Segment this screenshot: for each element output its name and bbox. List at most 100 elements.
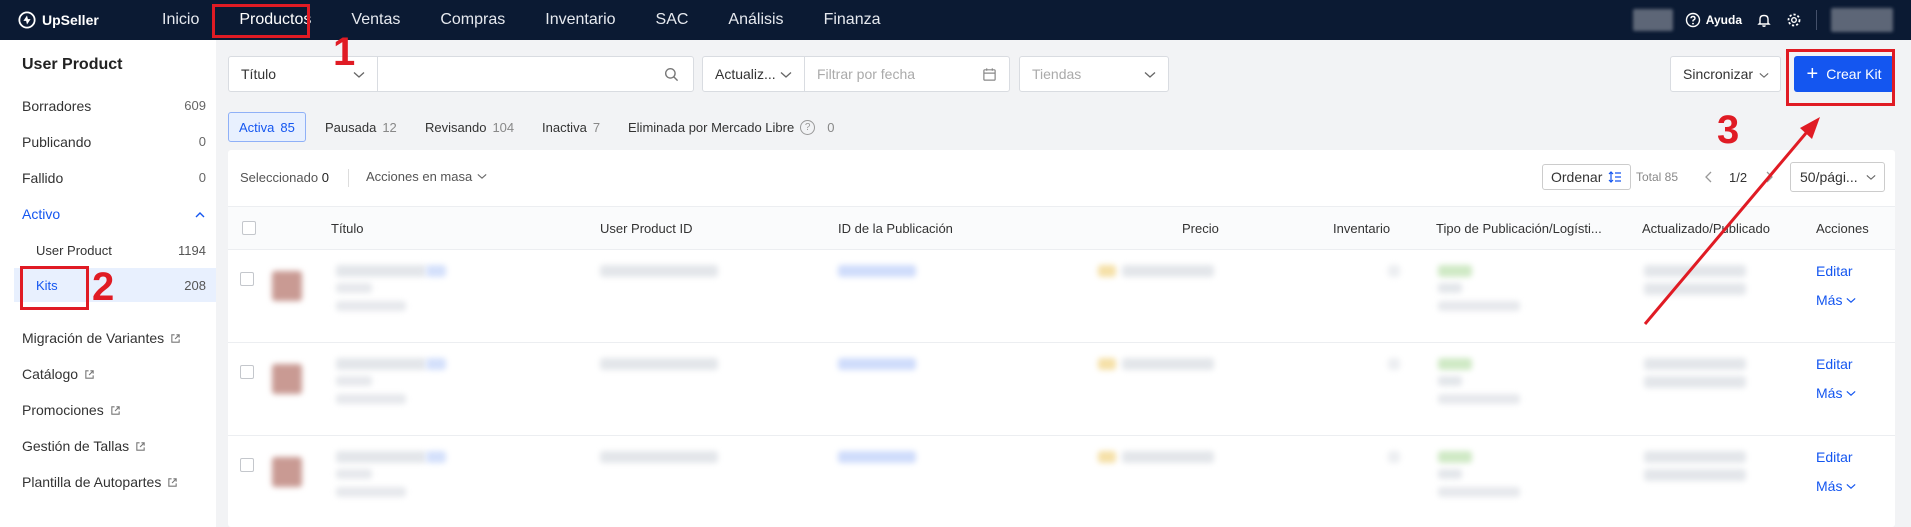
column-header-acciones: Acciones bbox=[1816, 221, 1869, 236]
sync-label: Sincronizar bbox=[1683, 66, 1754, 82]
nav-compras[interactable]: Compras bbox=[420, 0, 525, 40]
chevron-down-icon bbox=[1846, 483, 1857, 489]
sidebar-item-borradores[interactable]: Borradores 609 bbox=[22, 98, 206, 114]
user-menu[interactable] bbox=[1831, 8, 1893, 32]
column-header-inventario[interactable]: Inventario bbox=[1333, 221, 1390, 236]
external-link-icon bbox=[136, 442, 145, 451]
selected-count: Seleccionado 0 bbox=[240, 170, 329, 185]
sidebar-item-publicando[interactable]: Publicando 0 bbox=[22, 134, 206, 150]
column-header-actualizado[interactable]: Actualizado/Publicado bbox=[1642, 221, 1770, 236]
sidebar-link-migracion[interactable]: Migración de Variantes bbox=[22, 330, 206, 346]
sidebar-link-promociones[interactable]: Promociones bbox=[22, 402, 206, 418]
row-checkbox[interactable] bbox=[240, 458, 254, 472]
chevron-down-icon bbox=[1846, 297, 1857, 303]
account-switcher[interactable] bbox=[1632, 9, 1673, 31]
page-indicator: 1/2 bbox=[1729, 170, 1748, 185]
edit-link[interactable]: Editar bbox=[1816, 263, 1853, 279]
tab-eliminada[interactable]: Eliminada por Mercado Libre ? 0 bbox=[618, 112, 844, 142]
tab-pausada[interactable]: Pausada 12 bbox=[315, 112, 407, 142]
notifications-button[interactable] bbox=[1756, 12, 1772, 28]
redacted-text bbox=[336, 283, 372, 293]
nav-analisis[interactable]: Análisis bbox=[708, 0, 803, 40]
tab-inactiva[interactable]: Inactiva 7 bbox=[532, 112, 610, 142]
chevron-right-icon[interactable] bbox=[1764, 171, 1774, 183]
redacted-text bbox=[1438, 376, 1462, 386]
annotation-box-kits bbox=[20, 266, 89, 310]
sidebar-group-activo[interactable]: Activo bbox=[22, 206, 206, 222]
redacted-text bbox=[1644, 283, 1746, 295]
sort-button[interactable]: Ordenar bbox=[1542, 164, 1632, 190]
stores-select[interactable]: Tiendas bbox=[1019, 56, 1169, 92]
more-dropdown[interactable]: Más bbox=[1816, 478, 1857, 494]
tab-label: Revisando bbox=[425, 119, 487, 135]
redacted-text bbox=[1644, 451, 1746, 463]
nav-finanza[interactable]: Finanza bbox=[804, 0, 901, 40]
sidebar-item-count: 0 bbox=[198, 170, 206, 185]
nav-inventario[interactable]: Inventario bbox=[525, 0, 635, 40]
chevron-down-icon bbox=[1846, 390, 1857, 396]
tab-count: 0 bbox=[827, 119, 835, 135]
sidebar-item-label: Fallido bbox=[22, 170, 64, 186]
external-link-icon bbox=[110, 406, 120, 415]
question-icon[interactable]: ? bbox=[800, 119, 816, 135]
column-header-user-product-id[interactable]: User Product ID bbox=[600, 221, 692, 236]
redacted-badge bbox=[1098, 358, 1116, 370]
more-dropdown[interactable]: Más bbox=[1816, 385, 1857, 401]
sidebar-item-label: Borradores bbox=[22, 98, 92, 114]
select-all-checkbox[interactable] bbox=[242, 221, 256, 235]
more-label: Más bbox=[1816, 385, 1843, 401]
chevron-down-icon bbox=[780, 72, 792, 78]
table-header: Título User Product ID ID de la Publicac… bbox=[228, 206, 1895, 250]
nav-sac[interactable]: SAC bbox=[636, 0, 709, 40]
nav-inicio[interactable]: Inicio bbox=[142, 0, 219, 40]
redacted-text bbox=[426, 358, 446, 370]
sidebar-item-count: 0 bbox=[198, 134, 206, 149]
nav-divider bbox=[1816, 10, 1817, 30]
annotation-number-3: 3 bbox=[1717, 108, 1740, 152]
date-range-input[interactable]: Filtrar por fecha bbox=[804, 56, 1010, 92]
per-page-select[interactable]: 50/pági... bbox=[1790, 162, 1885, 192]
help-button[interactable]: Ayuda bbox=[1685, 12, 1742, 28]
products-table-card: Seleccionado 0 Acciones en masa Ordenar … bbox=[228, 150, 1895, 527]
chevron-left-icon[interactable] bbox=[1704, 171, 1714, 183]
tab-activa[interactable]: Activa 85 bbox=[228, 112, 306, 142]
column-header-tipo-publicacion[interactable]: Tipo de Publicación/Logísti... bbox=[1436, 221, 1602, 236]
tab-count: 12 bbox=[382, 119, 397, 135]
table-row: Editar Más bbox=[228, 344, 1895, 436]
edit-link[interactable]: Editar bbox=[1816, 449, 1853, 465]
settings-button[interactable] bbox=[1786, 12, 1802, 28]
redacted-link bbox=[838, 358, 916, 370]
brand-logo[interactable]: UpSeller bbox=[18, 11, 128, 29]
column-header-publication-id[interactable]: ID de la Publicación bbox=[838, 221, 953, 236]
sidebar-link-catalogo[interactable]: Catálogo bbox=[22, 366, 206, 382]
search-field-select[interactable]: Título bbox=[228, 56, 378, 92]
chevron-down-icon bbox=[1759, 73, 1769, 78]
sync-button[interactable]: Sincronizar bbox=[1670, 56, 1781, 92]
bulk-actions-label: Acciones en masa bbox=[366, 169, 473, 184]
more-dropdown[interactable]: Más bbox=[1816, 292, 1857, 308]
row-checkbox[interactable] bbox=[240, 365, 254, 379]
total-count: Total 85 bbox=[1636, 170, 1679, 184]
date-type-select[interactable]: Actualiz... bbox=[702, 56, 805, 92]
search-input[interactable] bbox=[377, 56, 694, 92]
redacted-text bbox=[336, 451, 426, 463]
redacted-badge bbox=[1438, 451, 1472, 463]
sidebar-link-autopartes[interactable]: Plantilla de Autopartes bbox=[22, 474, 206, 490]
row-checkbox[interactable] bbox=[240, 272, 254, 286]
tab-revisando[interactable]: Revisando 104 bbox=[415, 112, 524, 142]
product-thumbnail bbox=[272, 271, 302, 301]
bulk-actions-dropdown[interactable]: Acciones en masa bbox=[366, 169, 487, 184]
help-label: Ayuda bbox=[1705, 13, 1742, 27]
sidebar-subitem-user-product[interactable]: User Product 1194 bbox=[14, 233, 216, 267]
sidebar-item-label: Publicando bbox=[22, 134, 92, 150]
tab-count: 85 bbox=[280, 119, 295, 135]
column-header-titulo[interactable]: Título bbox=[331, 221, 364, 236]
external-link-icon bbox=[168, 478, 178, 487]
edit-link[interactable]: Editar bbox=[1816, 356, 1853, 372]
sidebar-link-gestion-tallas[interactable]: Gestión de Tallas bbox=[22, 438, 206, 454]
sidebar-item-count: 208 bbox=[184, 277, 206, 293]
sidebar-item-fallido[interactable]: Fallido 0 bbox=[22, 170, 206, 186]
column-header-precio[interactable]: Precio bbox=[1182, 221, 1219, 236]
redacted-text bbox=[1438, 283, 1462, 293]
redacted-text bbox=[426, 265, 446, 277]
